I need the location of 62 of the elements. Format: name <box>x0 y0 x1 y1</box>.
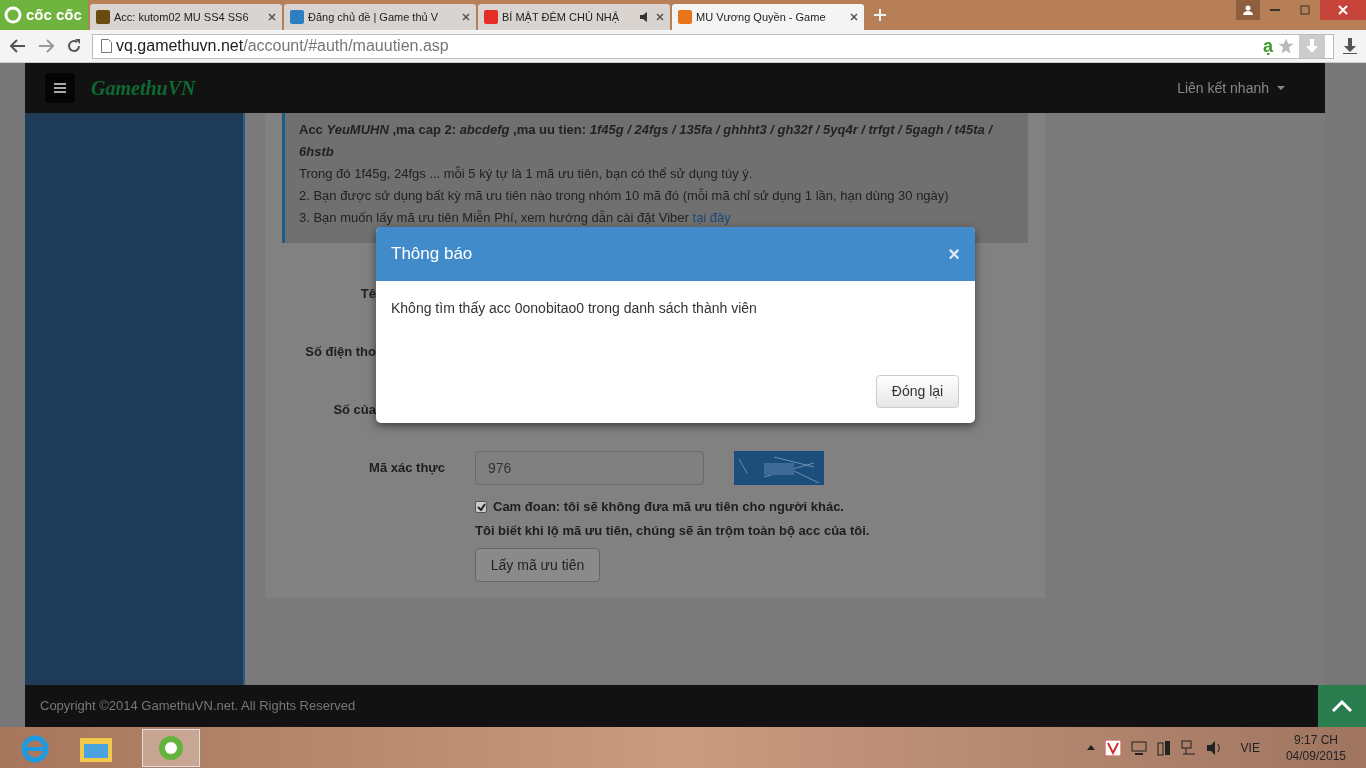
logo-text: cốc cốc <box>26 4 82 25</box>
tab-close-icon[interactable] <box>656 13 664 21</box>
tab-close-icon[interactable] <box>268 13 276 21</box>
translate-icon[interactable]: ạ <box>1263 32 1273 60</box>
quick-links-menu[interactable]: Liên kết nhanh <box>1177 77 1285 99</box>
menu-icon[interactable] <box>45 73 75 103</box>
tab-title: MU Vương Quyền - Game <box>696 9 827 25</box>
close-dialog-button[interactable]: Đóng lại <box>876 375 959 408</box>
forward-icon[interactable] <box>38 39 54 53</box>
profile-icon[interactable] <box>1236 0 1260 20</box>
reload-icon[interactable] <box>66 38 82 54</box>
notice-text: Acc YeuMUHN ,ma cap 2: abcdefg ,ma uu tien: 1f45g / 24fgs / 135fa / ghhht3 / gh32f / 5yq4r / trfgt / 5gagh / t45ta / 6hstb <box>299 121 994 161</box>
notice-text: Trong đó 1f45g, 24fgs ... mỗi 5 ký tự là 1 mã ưu tiên, bạn có thể sử dụng tùy ý. <box>299 165 754 183</box>
close-button[interactable]: × <box>948 244 960 264</box>
monitor-icon[interactable] <box>1130 740 1147 755</box>
scroll-top-button[interactable] <box>1318 685 1366 727</box>
favicon-icon <box>290 10 304 24</box>
dialog-message: Không tìm thấy acc 0onobitao0 trong danh sách thành viên <box>390 299 758 318</box>
browser-tab[interactable]: Đăng chủ đề | Game thủ V <box>284 4 476 30</box>
url-text: vq.gamethuvn.net/account/#auth/mauutien.asp <box>116 36 449 56</box>
favicon-icon <box>678 10 692 24</box>
copyright-text: Copyright ©2014 GamethuVN.net. All Rights Reserved <box>40 697 356 716</box>
submit-button[interactable]: Lấy mã ưu tiên <box>475 548 600 582</box>
chevron-up-icon <box>1331 699 1353 713</box>
volume-icon[interactable] <box>1206 740 1223 755</box>
form-label: Số của <box>332 401 376 420</box>
captcha-input[interactable]: 976 <box>475 451 704 485</box>
form-label: Tê <box>359 285 376 304</box>
form-label: Số điện tho <box>304 343 376 362</box>
logo-icon <box>4 6 22 24</box>
tab-close-icon[interactable] <box>850 13 858 21</box>
browser-tab[interactable]: Acc: kutom02 MU SS4 SS6 <box>90 4 282 30</box>
browser-tab[interactable]: BÍ MẬT ĐÊM CHỦ NHẬ <box>478 4 670 30</box>
notice-text: 3. Bạn muốn lấy mã ưu tiên Miễn Phí, xem hướng dẫn cài đặt Viber tại đây <box>299 209 732 227</box>
network-icon[interactable] <box>1180 739 1197 756</box>
tray-arrow-icon[interactable] <box>1086 745 1095 750</box>
form-label: Mã xác thực <box>368 459 445 478</box>
back-icon[interactable] <box>10 39 26 53</box>
pledge-checkbox[interactable] <box>475 500 487 513</box>
caret-icon <box>1277 86 1285 90</box>
pledge-text: Cam đoan: tôi sẽ không đưa mã ưu tiên cho người khác. <box>493 498 844 516</box>
close-icon[interactable] <box>1320 0 1366 20</box>
browser-tab[interactable]: MU Vương Quyền - Game <box>672 4 864 30</box>
favicon-icon <box>96 10 110 24</box>
tab-close-icon[interactable] <box>462 13 470 21</box>
star-icon[interactable] <box>1277 37 1295 55</box>
favicon-icon <box>484 10 498 24</box>
site-logo[interactable]: GamethuVN <box>91 73 196 103</box>
language-indicator[interactable]: VIE <box>1240 738 1260 757</box>
new-tab-icon[interactable] <box>874 9 886 21</box>
page-icon <box>101 39 112 53</box>
tab-title: BÍ MẬT ĐÊM CHỦ NHẬ <box>502 9 621 25</box>
address-bar[interactable]: vq.gamethuvn.net/account/#auth/mauutien.asp ạ <box>92 33 1334 59</box>
tab-title: Đăng chủ đề | Game thủ V <box>308 9 440 25</box>
taskbar-app-icon[interactable] <box>142 728 200 767</box>
downloads-icon[interactable] <box>1342 38 1358 54</box>
notice-text: 2. Bạn được sử dụng bất kỳ mã ưu tiên nào trong nhóm 10 mã đó (mỗi mã chỉ sử dụng 1 lần, hạn dùng 30 ngày) <box>299 187 950 205</box>
tab-title: Acc: kutom02 MU SS4 SS6 <box>114 9 250 25</box>
dialog-title: Thông báo <box>391 243 473 266</box>
clock[interactable]: 9:17 CH 04/09/2015 <box>1285 731 1346 764</box>
pledge-text: Tôi biết khi lộ mã ưu tiên, chúng sẽ ăn trộm toàn bộ acc của tôi. <box>475 521 871 540</box>
tray-app-icon[interactable] <box>1104 739 1121 756</box>
